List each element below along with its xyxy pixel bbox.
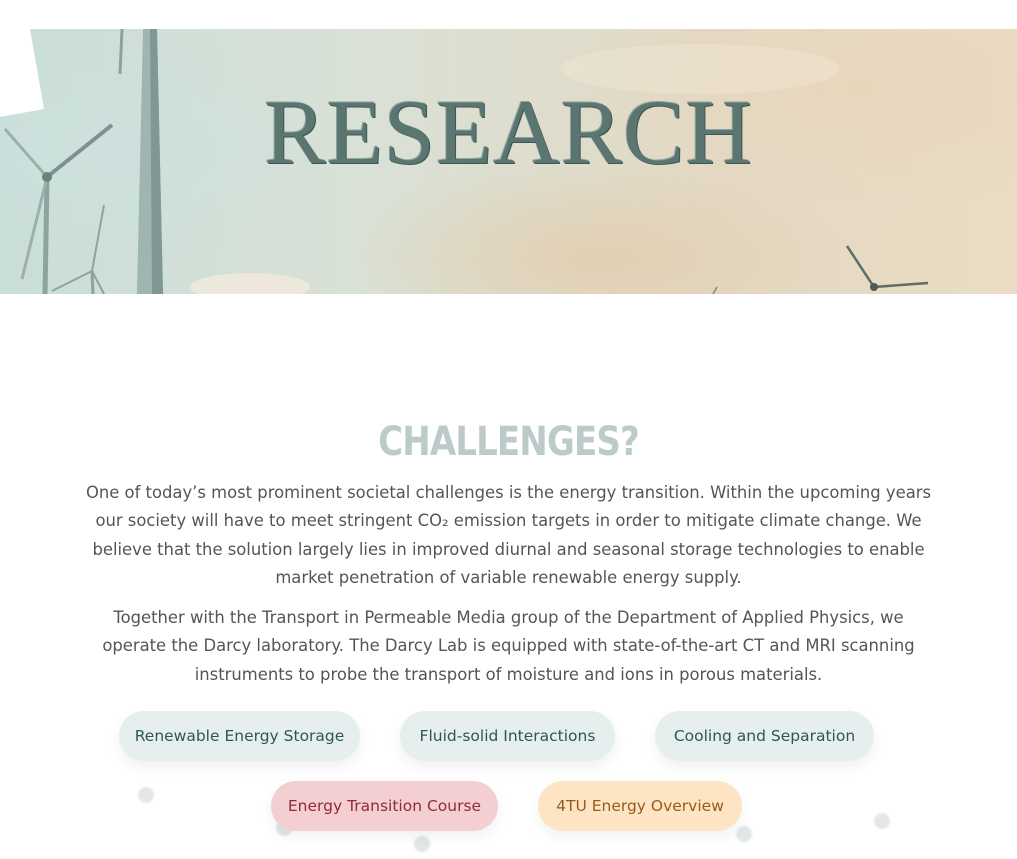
section-heading: CHALLENGES? (378, 419, 640, 465)
decorative-dot (138, 787, 154, 803)
decorative-dot (414, 836, 430, 852)
4tu-energy-overview-button[interactable]: 4TU Energy Overview (538, 781, 742, 831)
renewable-energy-storage-button[interactable]: Renewable Energy Storage (119, 711, 360, 761)
intro-paragraph: One of today’s most prominent societal c… (85, 483, 932, 587)
decorative-dot (874, 813, 890, 829)
fluid-solid-interactions-button[interactable]: Fluid-solid Interactions (400, 711, 615, 761)
decorative-dot (736, 826, 752, 842)
energy-transition-course-button[interactable]: Energy Transition Course (271, 781, 498, 831)
lab-paragraph: Together with the Transport in Permeable… (102, 608, 915, 684)
hero-title: RESEARCH (264, 81, 753, 183)
cooling-and-separation-button[interactable]: Cooling and Separation (655, 711, 874, 761)
